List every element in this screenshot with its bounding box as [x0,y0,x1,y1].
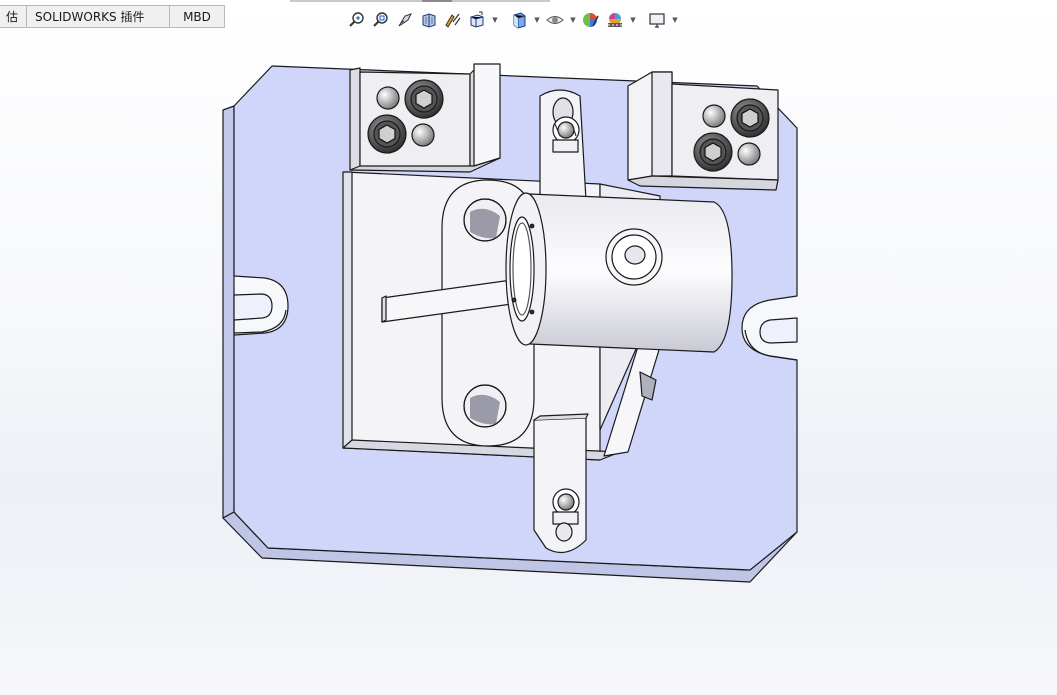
locator-block-left[interactable] [349,63,501,173]
bottom-clamp-strap[interactable] [533,413,589,554]
cross-hole [624,245,646,265]
top-clamp-strap[interactable] [539,89,587,201]
dowel-pin [702,104,726,128]
base-plate-left-edge [222,105,235,519]
dowel-pin [376,86,400,110]
right-clamp-slot [759,317,798,344]
graphics-area[interactable] [0,0,1057,695]
riser-left-edge [342,171,353,449]
dowel-pin [411,123,435,147]
left-clamp-slot [233,293,273,321]
locator-block-right[interactable] [627,71,779,191]
cylindrical-workpiece[interactable] [505,192,733,353]
dowel-pin [737,142,761,166]
